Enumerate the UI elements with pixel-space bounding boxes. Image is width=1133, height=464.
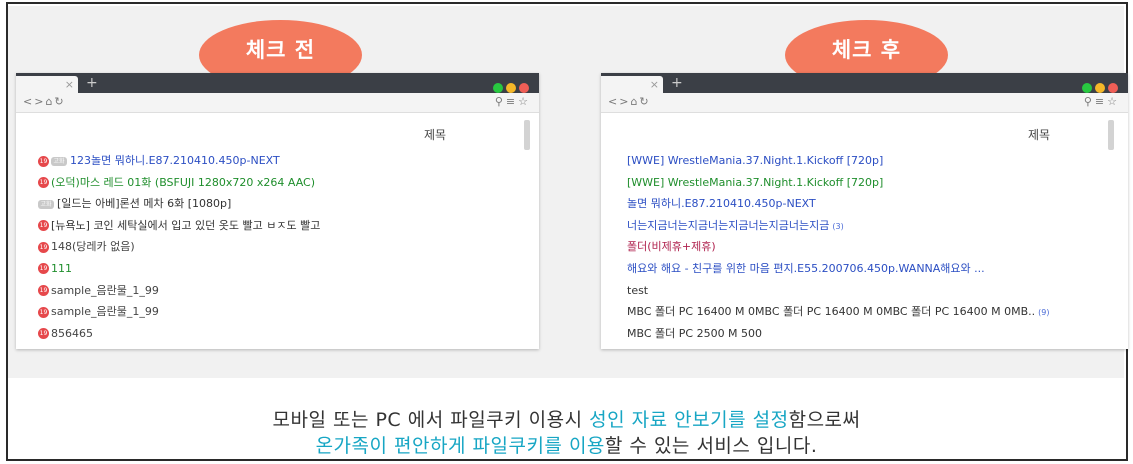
list-item[interactable]: 19 고화 123놀면 뭐하니.E87.210410.450p-NEXT bbox=[38, 150, 529, 172]
column-header-title: 제목 bbox=[424, 128, 447, 142]
browser-tab[interactable]: × bbox=[601, 76, 663, 93]
caption-highlight: 온가족이 편안하게 파일쿠키를 이용 bbox=[315, 435, 605, 457]
forward-icon[interactable]: > bbox=[619, 95, 630, 108]
scrollbar[interactable] bbox=[524, 120, 530, 150]
list-item[interactable]: 해요와 해요 - 친구를 위한 마음 편지.E55.200706.450p.WA… bbox=[627, 258, 1118, 280]
list-item[interactable]: [WWE] WrestleMania.37.Night.1.Kickoff [7… bbox=[627, 150, 1118, 172]
list-item[interactable]: 19 (오덕)마스 레드 01화 (BSFUJI 1280x720 x264 AA… bbox=[38, 172, 529, 194]
navbar: <>⌂↻ ⚲≡☆ bbox=[16, 93, 539, 113]
file-list-before: 19 고화 123놀면 뭐하니.E87.210410.450p-NEXT 19 (오덕… bbox=[38, 150, 529, 344]
list-item[interactable]: 너는지금너는지금너는지금너는지금너는지금 (3) bbox=[627, 215, 1118, 237]
menu-icon[interactable]: ≡ bbox=[506, 95, 518, 108]
adult-rating-icon: 19 bbox=[38, 155, 49, 167]
list-item[interactable]: MBC 폴더 PC 2500 M 500 bbox=[627, 323, 1118, 345]
minimize-button[interactable] bbox=[1095, 83, 1105, 93]
star-icon[interactable]: ☆ bbox=[1107, 95, 1120, 108]
browser-after: × + <>⌂↻ ⚲≡☆ 제목 [WWE] WrestleMania.37.Ni… bbox=[601, 73, 1128, 349]
list-item[interactable]: 고화 [일드는 아베]론션 메차 6화 [1080p] bbox=[38, 193, 529, 215]
adult-rating-icon: 19 bbox=[38, 263, 49, 275]
maximize-button[interactable] bbox=[493, 83, 503, 93]
browser-tab[interactable]: × bbox=[16, 76, 78, 93]
caption-line-2: 온가족이 편안하게 파일쿠키를 이용할 수 있는 서비스 입니다. bbox=[0, 431, 1133, 458]
list-item[interactable]: 폴더(비제휴+제휴) bbox=[627, 236, 1118, 258]
list-item[interactable]: 놀면 뭐하니.E87.210410.450p-NEXT bbox=[627, 193, 1118, 215]
list-item[interactable]: 19 sample_음란물_1_99 bbox=[38, 280, 529, 302]
list-item[interactable]: 19 856465 bbox=[38, 323, 529, 345]
forward-icon[interactable]: > bbox=[34, 95, 45, 108]
adult-rating-icon: 19 bbox=[38, 285, 49, 297]
menu-icon[interactable]: ≡ bbox=[1095, 95, 1107, 108]
page-content: 제목 19 고화 123놀면 뭐하니.E87.210410.450p-NEXT 19… bbox=[16, 114, 539, 349]
tab-close-icon[interactable]: × bbox=[650, 76, 659, 93]
quality-tag: 고화 bbox=[38, 199, 54, 209]
comment-count: (3) bbox=[832, 221, 844, 231]
back-icon[interactable]: < bbox=[608, 95, 619, 108]
adult-rating-icon: 19 bbox=[38, 177, 49, 189]
new-tab-icon[interactable]: + bbox=[671, 74, 683, 92]
minimize-button[interactable] bbox=[506, 83, 516, 93]
adult-rating-icon: 19 bbox=[38, 220, 49, 232]
caption-text: 함으로써 bbox=[788, 409, 861, 431]
new-tab-icon[interactable]: + bbox=[86, 74, 98, 92]
list-item[interactable]: MBC 폴더 PC 16400 M 0MBC 폴더 PC 16400 M 0MB… bbox=[627, 301, 1118, 323]
caption-text: 할 수 있는 서비스 입니다. bbox=[604, 435, 818, 457]
list-item[interactable]: [WWE] WrestleMania.37.Night.1.Kickoff [7… bbox=[627, 172, 1118, 194]
scrollbar[interactable] bbox=[1108, 120, 1114, 150]
refresh-icon[interactable]: ↻ bbox=[639, 95, 650, 108]
page-content: 제목 [WWE] WrestleMania.37.Night.1.Kickoff… bbox=[601, 114, 1128, 349]
list-item[interactable]: 19 [뉴욕노] 코인 세탁실에서 입고 있던 옷도 빨고 ㅂㅈ도 빨고 bbox=[38, 215, 529, 237]
back-icon[interactable]: < bbox=[23, 95, 34, 108]
pin-icon[interactable]: ⚲ bbox=[1084, 95, 1095, 108]
caption-highlight: 성인 자료 안보기를 설정 bbox=[589, 409, 789, 431]
pin-icon[interactable]: ⚲ bbox=[495, 95, 506, 108]
titlebar: × + bbox=[601, 73, 1128, 93]
caption-line-1: 모바일 또는 PC 에서 파일쿠키 이용시 성인 자료 안보기를 설정함으로써 bbox=[0, 405, 1133, 432]
comment-count: (9) bbox=[1038, 308, 1050, 318]
adult-rating-icon: 19 bbox=[38, 241, 49, 253]
tab-close-icon[interactable]: × bbox=[65, 76, 74, 93]
list-item[interactable]: 19 111 bbox=[38, 258, 529, 280]
adult-rating-icon: 19 bbox=[38, 306, 49, 318]
titlebar: × + bbox=[16, 73, 539, 93]
list-item[interactable]: test bbox=[627, 280, 1118, 302]
refresh-icon[interactable]: ↻ bbox=[54, 95, 65, 108]
close-button[interactable] bbox=[519, 83, 529, 93]
caption-text: 모바일 또는 PC 에서 파일쿠키 이용시 bbox=[272, 409, 590, 431]
file-list-after: [WWE] WrestleMania.37.Night.1.Kickoff [7… bbox=[627, 150, 1118, 344]
quality-tag: 고화 bbox=[51, 156, 67, 166]
adult-rating-icon: 19 bbox=[38, 328, 49, 340]
column-header-title: 제목 bbox=[1028, 128, 1051, 142]
maximize-button[interactable] bbox=[1082, 83, 1092, 93]
star-icon[interactable]: ☆ bbox=[518, 95, 531, 108]
browser-before: × + <>⌂↻ ⚲≡☆ 제목 19 고화 123놀면 뭐하니.E87.210410… bbox=[16, 73, 539, 349]
navbar: <>⌂↻ ⚲≡☆ bbox=[601, 93, 1128, 113]
list-item[interactable]: 19 sample_음란물_1_99 bbox=[38, 301, 529, 323]
list-item[interactable]: 19 148(당레카 없음) bbox=[38, 236, 529, 258]
close-button[interactable] bbox=[1108, 83, 1118, 93]
